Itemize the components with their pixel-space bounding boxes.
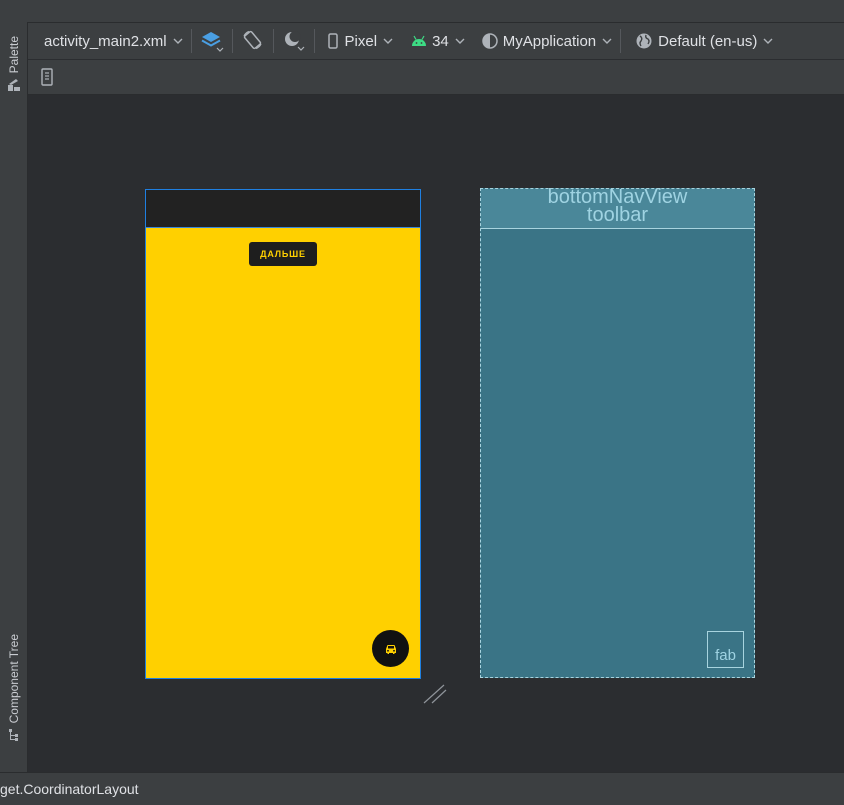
locale-name: Default (en-us) — [658, 32, 758, 50]
api-level: 34 — [432, 32, 449, 50]
app-bar[interactable] — [146, 190, 420, 228]
night-mode-button[interactable] — [282, 23, 306, 59]
theme-icon — [482, 33, 498, 49]
api-level-selector[interactable]: 34 — [411, 23, 465, 59]
file-name: activity_main2.xml — [44, 32, 167, 50]
theme-selector[interactable]: MyApplication — [481, 23, 612, 59]
chevron-down-icon — [383, 38, 393, 44]
window-top-strip — [0, 0, 844, 23]
toolbar-separator — [620, 29, 622, 53]
palette-label: Palette — [7, 36, 21, 74]
palette-icon — [8, 79, 20, 92]
night-mode-icon — [284, 31, 304, 51]
blueprint-preview[interactable]: bottomNavView toolbar fab — [480, 187, 755, 678]
toolbar-separator — [272, 29, 274, 53]
device-selector[interactable]: Pixel — [327, 23, 394, 59]
toolbar-separator — [231, 29, 233, 53]
resize-handle-icon[interactable] — [422, 682, 448, 706]
file-selector[interactable]: activity_main2.xml — [44, 23, 183, 59]
toolbar-separator — [190, 29, 192, 53]
design-preview[interactable]: ДАЛЬШЕ — [145, 189, 421, 679]
status-text: get.CoordinatorLayout — [0, 781, 139, 797]
device-name: Pixel — [344, 32, 378, 50]
component-tree-icon — [9, 729, 18, 742]
chevron-down-icon — [173, 38, 183, 44]
android-icon — [412, 35, 427, 46]
status-bar: get.CoordinatorLayout — [0, 772, 844, 805]
locale-selector[interactable]: Default (en-us) — [635, 23, 773, 59]
fab-button[interactable] — [372, 630, 409, 667]
globe-icon — [636, 33, 652, 49]
toolbar-separator — [313, 29, 315, 53]
device-frame-icon[interactable] — [40, 68, 54, 86]
left-tool-strip: Palette Component Tree — [0, 22, 28, 772]
layers-icon — [201, 32, 223, 52]
phone-icon — [327, 33, 338, 49]
chevron-down-icon — [602, 38, 612, 44]
orientation-button[interactable] — [241, 23, 265, 59]
component-tree-label: Component Tree — [7, 634, 21, 724]
next-button[interactable]: ДАЛЬШЕ — [249, 242, 317, 266]
rotate-icon — [242, 30, 262, 50]
component-tree-tab[interactable]: Component Tree — [2, 634, 26, 742]
chevron-down-icon — [455, 38, 465, 44]
toolbar-label: toolbar — [586, 204, 649, 226]
secondary-toolbar — [28, 60, 844, 95]
blueprint-fab[interactable]: fab — [707, 631, 744, 668]
layout-editor-toolbar: activity_main2.xml Pixel 34 MyApplicatio… — [28, 23, 844, 60]
chevron-down-icon — [763, 38, 773, 44]
palette-tab[interactable]: Palette — [2, 36, 26, 92]
design-surface-button[interactable] — [200, 23, 224, 59]
theme-name: MyApplication — [502, 32, 597, 50]
car-icon — [385, 644, 396, 654]
